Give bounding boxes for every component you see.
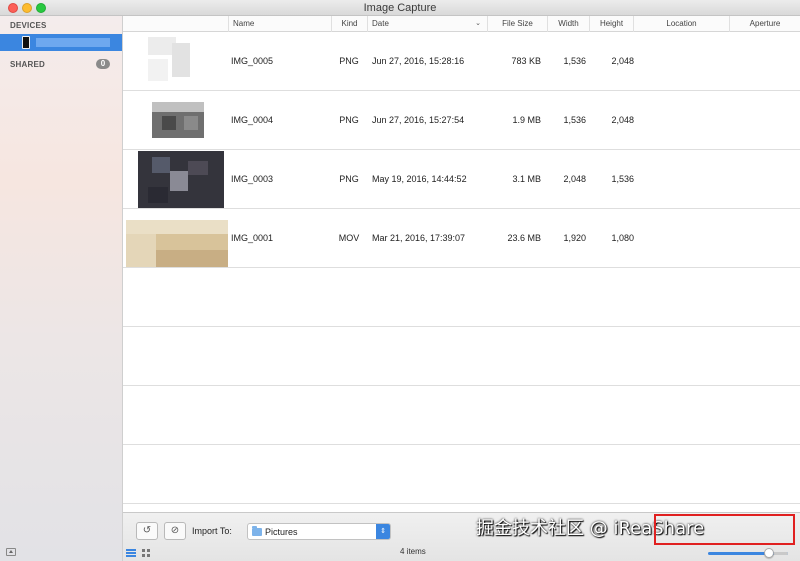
empty-row [123, 268, 800, 327]
table-header: Name Kind Date ⌄ File Size Width Height … [123, 16, 800, 32]
window-title: Image Capture [363, 2, 437, 14]
empty-row [123, 445, 800, 504]
no-entry-icon: ⊘ [170, 525, 180, 536]
device-name-redacted [36, 38, 110, 47]
import-to-label: Import To: [192, 526, 232, 536]
items-count: 4 items [400, 547, 426, 556]
file-size: 1.9 MB [512, 115, 541, 125]
rotate-icon: ↺ [142, 525, 152, 536]
file-width: 1,536 [563, 56, 586, 66]
eject-icon[interactable] [6, 548, 16, 556]
image-capture-window: Image Capture DEVICES SHARED 0 Name Kind… [0, 0, 800, 561]
file-kind: PNG [339, 115, 359, 125]
file-date: Jun 27, 2016, 15:27:54 [372, 115, 465, 125]
table-row[interactable]: IMG_0001 MOV Mar 21, 2016, 17:39:07 23.6… [123, 209, 800, 268]
file-width: 1,536 [563, 115, 586, 125]
column-header-width[interactable]: Width [547, 16, 589, 32]
sidebar-item-device[interactable] [0, 34, 122, 51]
file-name: IMG_0004 [231, 115, 274, 125]
file-kind: PNG [339, 174, 359, 184]
file-size: 23.6 MB [507, 233, 541, 243]
delete-button[interactable]: ⊘ [164, 522, 186, 540]
table-row[interactable]: IMG_0005 PNG Jun 27, 2016, 15:28:16 783 … [123, 32, 800, 91]
file-date: May 19, 2016, 14:44:52 [372, 174, 467, 184]
file-kind: PNG [339, 56, 359, 66]
title-bar: Image Capture [0, 0, 800, 16]
phone-icon [22, 36, 30, 49]
file-date: Jun 27, 2016, 15:28:16 [372, 56, 465, 66]
column-header-location[interactable]: Location [633, 16, 729, 32]
file-name: IMG_0001 [231, 233, 274, 243]
thumbnail-image [126, 33, 228, 90]
thumbnail-image [126, 151, 228, 208]
rotate-button[interactable]: ↺ [136, 522, 158, 540]
file-height: 1,536 [611, 174, 634, 184]
column-header-file-size[interactable]: File Size [487, 16, 547, 32]
grid-view-icon[interactable] [142, 549, 150, 557]
file-kind: MOV [338, 233, 360, 243]
table-row[interactable]: IMG_0003 PNG May 19, 2016, 14:44:52 3.1 … [123, 150, 800, 209]
slider-knob[interactable] [764, 548, 774, 558]
thumbnail-image [126, 210, 228, 267]
select-arrows-icon: ⇕ [376, 524, 390, 539]
file-height: 2,048 [611, 56, 634, 66]
file-name: IMG_0005 [231, 56, 274, 66]
shared-section-label: SHARED [10, 60, 45, 69]
shared-count-badge: 0 [96, 59, 110, 69]
file-height: 2,048 [611, 115, 634, 125]
column-header-date-label: Date [372, 19, 389, 28]
folder-icon [252, 526, 262, 536]
import-destination-select[interactable]: Pictures ⇕ [247, 523, 391, 540]
file-size: 3.1 MB [512, 174, 541, 184]
chevron-down-icon: ⌄ [475, 20, 481, 27]
empty-row [123, 386, 800, 445]
zoom-window-button[interactable] [36, 3, 46, 13]
column-header-aperture[interactable]: Aperture [729, 16, 800, 32]
file-width: 1,920 [563, 233, 586, 243]
column-header-kind[interactable]: Kind [331, 16, 367, 32]
devices-section-label: DEVICES [10, 21, 47, 30]
table-row[interactable]: IMG_0004 PNG Jun 27, 2016, 15:27:54 1.9 … [123, 91, 800, 150]
import-destination-value: Pictures [265, 527, 298, 537]
column-header-name[interactable]: Name [228, 16, 331, 32]
column-header-height[interactable]: Height [589, 16, 633, 32]
file-size: 783 KB [511, 56, 541, 66]
thumbnail-image [126, 92, 228, 149]
thumbnail-size-slider[interactable] [708, 552, 788, 555]
highlight-box [654, 514, 795, 545]
close-window-button[interactable] [8, 3, 18, 13]
file-table: IMG_0005 PNG Jun 27, 2016, 15:28:16 783 … [123, 32, 800, 512]
column-header-date[interactable]: Date ⌄ [367, 16, 487, 32]
file-name: IMG_0003 [231, 174, 274, 184]
sidebar: DEVICES SHARED 0 [0, 16, 123, 561]
empty-row [123, 327, 800, 386]
file-width: 2,048 [563, 174, 586, 184]
file-height: 1,080 [611, 233, 634, 243]
file-date: Mar 21, 2016, 17:39:07 [372, 233, 466, 243]
minimize-window-button[interactable] [22, 3, 32, 13]
list-view-icon[interactable] [126, 549, 136, 557]
